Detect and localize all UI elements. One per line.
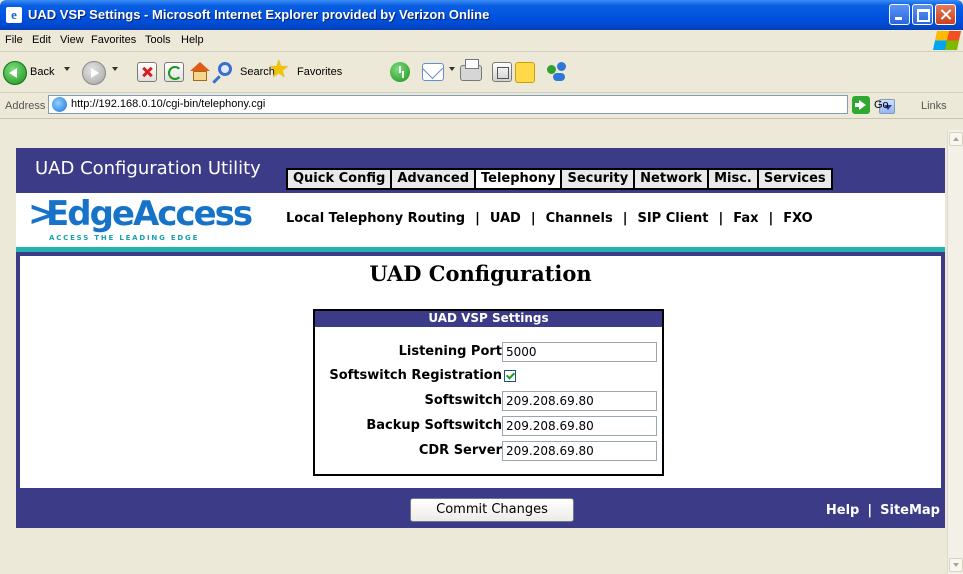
help-link[interactable]: Help [826,503,859,518]
refresh-icon[interactable] [164,62,184,82]
go-arrow-icon[interactable] [852,96,870,114]
messenger-body [553,73,565,81]
logo-tagline: ACCESS THE LEADING EDGE [49,234,200,242]
edit-icon[interactable] [492,62,512,82]
menu-favorites[interactable]: Favorites [91,34,136,46]
tab-network[interactable]: Network [635,170,708,188]
subnav-separator: | [718,211,724,226]
menu-edit[interactable]: Edit [32,34,51,46]
app-title: UAD Configuration Utility [35,158,261,179]
backup-softswitch-input[interactable]: 209.208.69.80 [502,416,657,436]
page-title: UAD Configuration [369,261,592,286]
favorites-button-label[interactable]: Favorites [297,66,342,78]
home-icon[interactable] [189,62,211,82]
address-url[interactable]: http://192.168.0.10/cgi-bin/telephony.cg… [71,98,265,110]
stop-icon[interactable] [137,62,157,82]
softswitch-registration-checkbox[interactable] [504,370,516,382]
tab-security[interactable]: Security [562,170,634,188]
cdr-server-input[interactable]: 209.208.69.80 [502,441,657,461]
go-label[interactable]: Go [874,99,889,111]
footer-bar: Commit Changes Help | SiteMap [16,488,945,528]
ie-app-icon: e [6,7,22,23]
window-titlebar: e UAD VSP Settings - Microsoft Internet … [0,0,963,30]
subnav-separator: | [475,211,480,226]
backup-softswitch-label: Backup Softswitch [366,418,502,433]
subnav-sip-client[interactable]: SIP Client [637,211,708,226]
menu-help[interactable]: Help [181,34,204,46]
address-label: Address [5,100,46,112]
messenger-person-blue [557,62,566,71]
tab-services[interactable]: Services [758,170,831,188]
forward-arrow-icon[interactable] [82,61,106,85]
links-label[interactable]: Links [921,100,947,112]
scroll-up-icon[interactable] [949,132,963,146]
main-tabs: Quick Config Advanced Telephony Security… [286,168,833,190]
subnav-separator: | [622,211,628,226]
notes-icon[interactable] [515,62,535,83]
sitemap-link[interactable]: SiteMap [880,503,940,518]
favorites-star-icon[interactable]: ★ [268,58,290,82]
menu-view[interactable]: View [60,34,84,46]
subnav-local-telephony-routing[interactable]: Local Telephony Routing [286,211,465,226]
softswitch-input[interactable]: 209.208.69.80 [502,391,657,411]
back-arrow-icon[interactable] [3,61,27,85]
go-button[interactable]: Go [852,96,908,114]
subnav-separator: | [768,211,774,226]
print-icon[interactable] [460,59,482,81]
app-header: UAD Configuration Utility Quick Config A… [16,148,945,193]
subnav-channels[interactable]: Channels [546,211,613,226]
menubar: File Edit View Favorites Tools Help [0,30,963,52]
maximize-button[interactable] [912,4,933,25]
softswitch-label: Softswitch [424,393,502,408]
menu-tools[interactable]: Tools [145,34,171,46]
cdr-server-label: CDR Server [418,443,502,458]
logo-bar: > EdgeAccess ACCESS THE LEADING EDGE Loc… [16,193,945,247]
address-input[interactable]: http://192.168.0.10/cgi-bin/telephony.cg… [48,95,895,114]
footer-links: Help | SiteMap [826,503,940,518]
back-button-label[interactable]: Back [30,66,54,78]
page-icon [52,97,67,112]
main-content: UAD Configuration UAD VSP Settings Liste… [16,256,945,488]
subnav-uad[interactable]: UAD [490,211,521,226]
subnav-separator: | [530,211,536,226]
menu-file[interactable]: File [5,34,23,46]
logo-name: EdgeAccess [46,194,253,234]
close-button[interactable] [935,4,956,25]
softswitch-registration-label: Softswitch Registration [329,368,502,383]
subnav-fxo[interactable]: FXO [783,211,813,226]
footer-separator: | [867,503,873,518]
subnav-fax[interactable]: Fax [733,211,758,226]
tab-telephony[interactable]: Telephony [476,170,561,188]
mail-icon[interactable] [422,63,444,81]
window-title: UAD VSP Settings - Microsoft Internet Ex… [28,7,490,22]
search-icon[interactable] [218,62,232,76]
vertical-scrollbar[interactable] [947,130,963,574]
windows-logo-icon [932,31,962,50]
minimize-button[interactable] [889,4,910,25]
forward-dropdown-icon[interactable] [112,67,118,71]
listening-port-label: Listening Port [398,344,502,359]
back-dropdown-icon[interactable] [64,67,70,71]
scroll-down-icon[interactable] [949,558,963,572]
browser-toolbar: Back Search ★ Favorites [0,52,963,93]
sub-navigation: Local Telephony Routing | UAD | Channels | SIP… [286,211,813,226]
vsp-settings-form: UAD VSP Settings Listening Port 5000 Sof… [313,309,664,476]
commit-changes-button[interactable]: Commit Changes [410,498,574,522]
tab-advanced[interactable]: Advanced [392,170,475,188]
form-title: UAD VSP Settings [315,311,662,327]
listening-port-input[interactable]: 5000 [502,342,657,362]
mail-dropdown-icon[interactable] [449,67,455,71]
tab-quick-config[interactable]: Quick Config [288,170,391,188]
history-icon[interactable] [390,62,410,82]
address-bar: Address http://192.168.0.10/cgi-bin/tele… [0,93,963,119]
messenger-icon[interactable] [545,62,571,84]
tab-misc[interactable]: Misc. [709,170,757,188]
